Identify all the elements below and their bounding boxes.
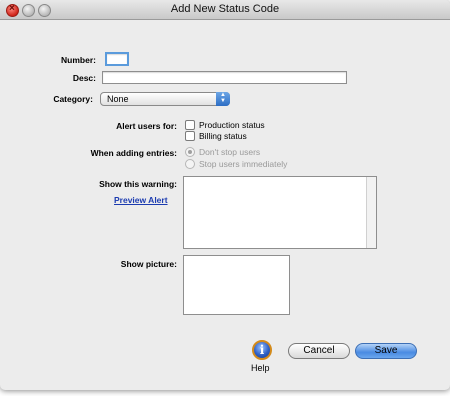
- production-status-label: Production status: [199, 120, 265, 130]
- category-select[interactable]: None ▲ ▼: [100, 92, 230, 106]
- desc-label: Desc:: [72, 73, 96, 83]
- help-icon[interactable]: i: [252, 340, 272, 360]
- number-label: Number:: [61, 55, 96, 65]
- category-label: Category:: [53, 94, 93, 104]
- dont-stop-users-label: Don't stop users: [199, 147, 261, 157]
- preview-alert-link[interactable]: Preview Alert: [114, 195, 168, 205]
- window-title: Add New Status Code: [170, 3, 280, 15]
- title-bar: Add New Status Code: [0, 0, 450, 20]
- billing-status-checkbox[interactable]: [185, 131, 195, 141]
- stop-users-immediately-radio[interactable]: [185, 159, 195, 169]
- cancel-button[interactable]: Cancel: [288, 343, 350, 359]
- billing-status-label: Billing status: [199, 131, 247, 141]
- category-selected-value: None: [107, 94, 129, 104]
- show-picture-label: Show picture:: [120, 259, 177, 269]
- dont-stop-users-radio[interactable]: [185, 147, 195, 157]
- show-warning-label: Show this warning:: [99, 179, 177, 189]
- dialog-window: Add New Status Code Number: Desc: Catego…: [0, 0, 450, 390]
- desc-field[interactable]: [102, 71, 347, 84]
- picture-well[interactable]: [183, 255, 290, 315]
- warning-scrollbar[interactable]: [366, 177, 376, 248]
- number-field[interactable]: [105, 52, 129, 66]
- save-button[interactable]: Save: [355, 343, 417, 359]
- select-arrows-icon: ▲ ▼: [216, 92, 230, 106]
- warning-text-area[interactable]: [183, 176, 377, 249]
- when-adding-entries-label: When adding entries:: [90, 148, 177, 158]
- production-status-checkbox[interactable]: [185, 120, 195, 130]
- stop-users-immediately-label: Stop users immediately: [199, 159, 288, 169]
- help-label: Help: [251, 363, 270, 373]
- alert-users-label: Alert users for:: [116, 121, 177, 131]
